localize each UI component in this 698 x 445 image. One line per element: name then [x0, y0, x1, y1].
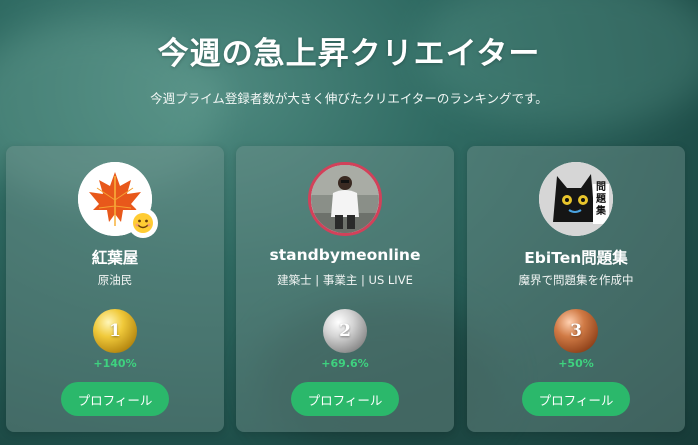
- profile-button[interactable]: プロフィール: [61, 382, 169, 416]
- creator-card: 問題集 EbiTen問題集 魔界で問題集を作成中 3 +50% プロフィール: [467, 146, 685, 432]
- page-title: 今週の急上昇クリエイター: [157, 36, 541, 72]
- silver-medal-icon: 2: [323, 309, 367, 353]
- page-subtitle: 今週プライム登録者数が大きく伸びたクリエイターのランキングです。: [150, 91, 548, 106]
- creator-name[interactable]: EbiTen問題集: [467, 246, 685, 268]
- growth-rate: +140%: [93, 357, 137, 370]
- creator-tagline: 建築士 | 事業主 | US LIVE: [277, 273, 413, 287]
- profile-button[interactable]: プロフィール: [522, 382, 630, 416]
- bronze-medal-icon: 3: [554, 309, 598, 353]
- profile-button[interactable]: プロフィール: [291, 382, 399, 416]
- creator-card: 紅葉屋 原油民 1 +140% プロフィール: [6, 146, 224, 432]
- creator-name[interactable]: 紅葉屋: [6, 246, 224, 268]
- creator-card: standbymeonline 建築士 | 事業主 | US LIVE 2 +6…: [236, 146, 454, 432]
- person-photo-icon: [311, 165, 379, 233]
- avatar[interactable]: [308, 162, 382, 236]
- growth-rate: +50%: [558, 357, 594, 370]
- creator-name[interactable]: standbymeonline: [236, 246, 454, 264]
- avatar-caption: 問題集: [596, 182, 606, 217]
- avatar[interactable]: 問題集: [539, 162, 613, 236]
- rank-number: 3: [570, 321, 582, 341]
- gold-medal-icon: 1: [93, 309, 137, 353]
- rank-number: 1: [109, 321, 121, 341]
- creator-tagline: 原油民: [97, 273, 133, 287]
- smiley-emoji-icon: [128, 208, 158, 238]
- growth-rate: +69.6%: [321, 357, 369, 370]
- rank-number: 2: [339, 321, 351, 341]
- creator-tagline: 魔界で問題集を作成中: [518, 273, 634, 287]
